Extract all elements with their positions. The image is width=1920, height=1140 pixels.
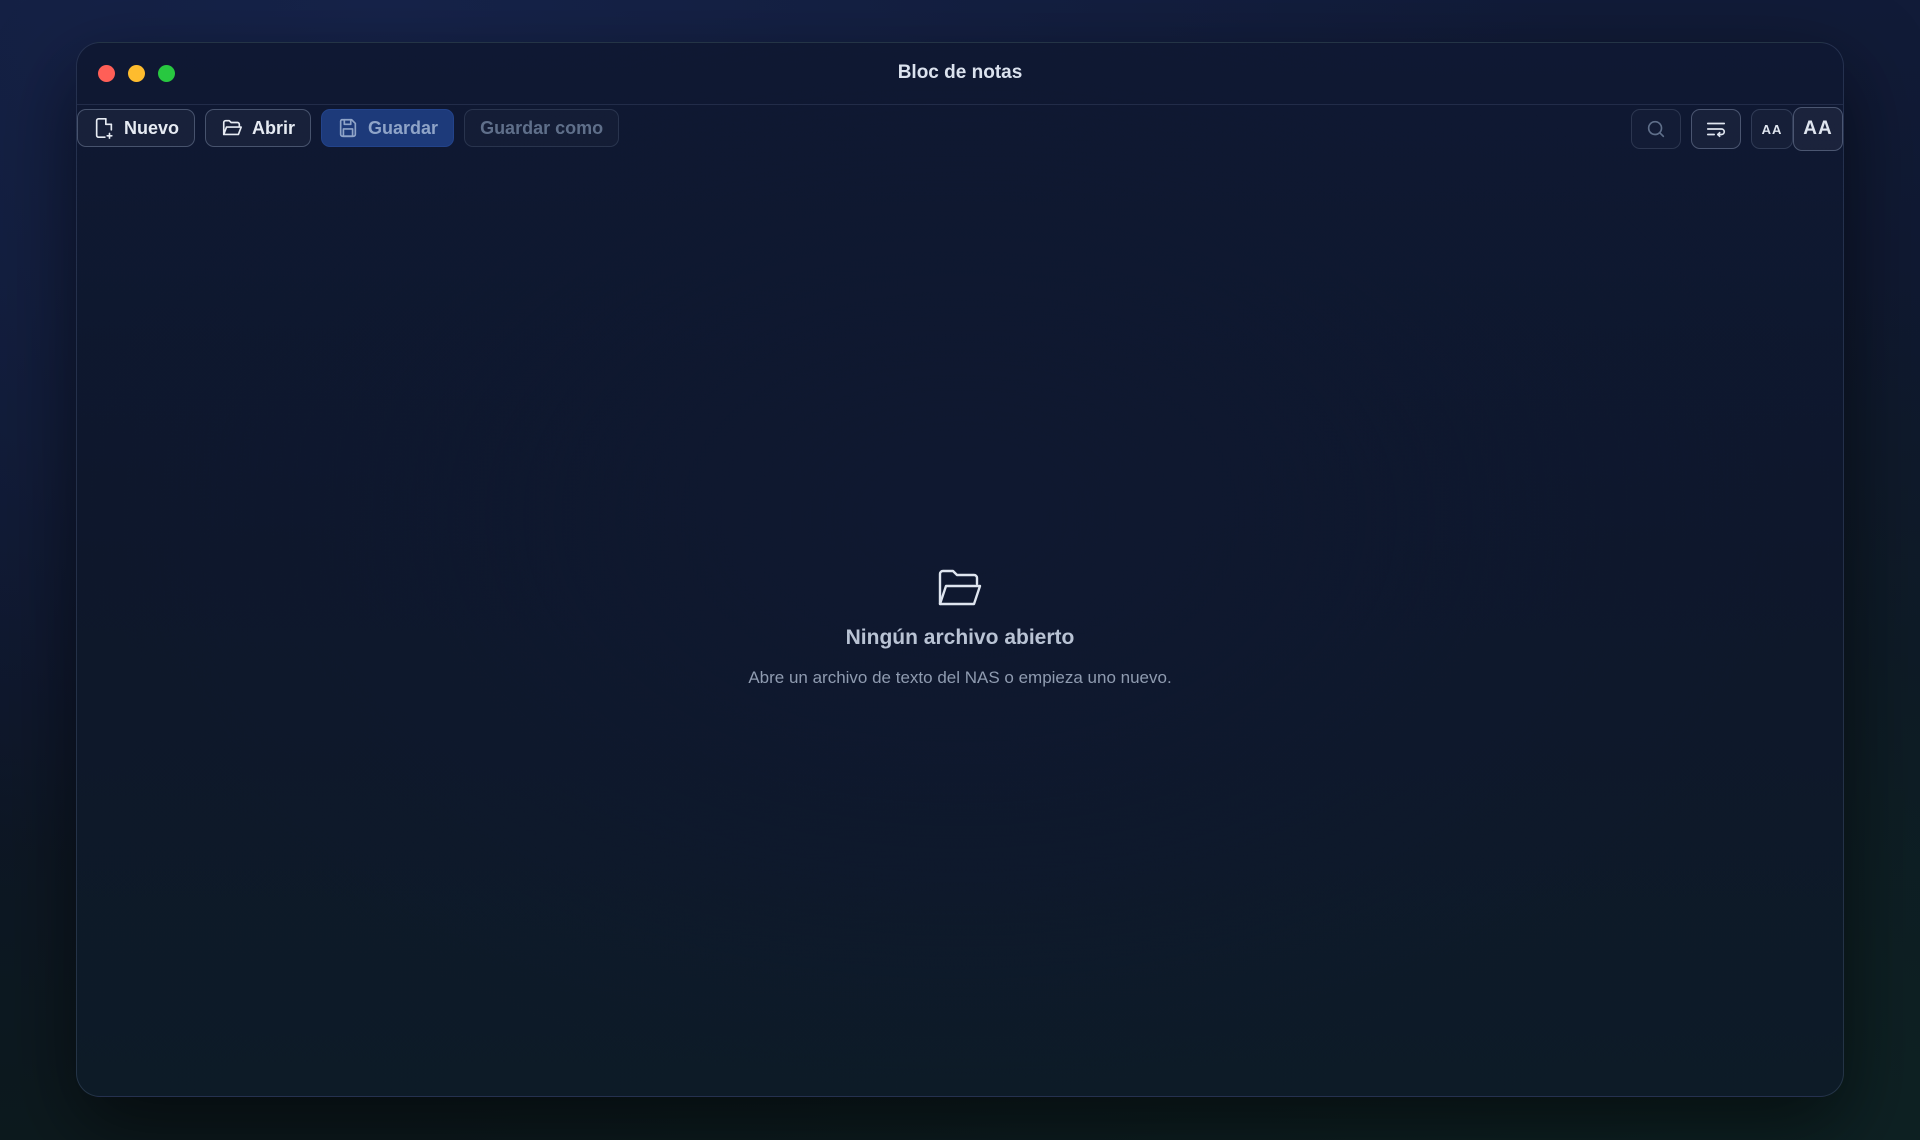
decrease-font-button[interactable]: AA <box>1751 109 1793 149</box>
save-icon <box>339 118 357 138</box>
empty-state-title: Ningún archivo abierto <box>845 626 1075 649</box>
empty-state-subtitle: Abre un archivo de texto del NAS o empie… <box>748 668 1172 687</box>
toolbar-view-actions: AA AA <box>1631 107 1843 151</box>
new-button-label: Nuevo <box>124 117 180 138</box>
save-as-button-label: Guardar como <box>480 117 604 138</box>
notepad-window: Bloc de notas Nuevo Abrir Guardar Guarda… <box>76 42 1844 1097</box>
open-button[interactable]: Abrir <box>205 109 312 147</box>
open-button-label: Abrir <box>252 117 296 138</box>
save-as-button[interactable]: Guardar como <box>464 109 620 147</box>
save-button[interactable]: Guardar <box>321 109 455 147</box>
new-button[interactable]: Nuevo <box>77 109 196 147</box>
toolbar-file-actions: Nuevo Abrir Guardar Guardar como <box>77 109 620 147</box>
increase-font-button[interactable]: AA <box>1793 107 1843 151</box>
save-button-label: Guardar <box>368 117 439 138</box>
window-title: Bloc de notas <box>897 62 1023 83</box>
empty-state: Ningún archivo abierto Abre un archivo d… <box>77 568 1843 688</box>
folder-open-icon <box>222 119 243 136</box>
search-button[interactable] <box>1631 109 1681 149</box>
word-wrap-button[interactable] <box>1691 109 1741 149</box>
file-plus-icon <box>95 118 113 139</box>
title-bar: Bloc de notas <box>77 43 1843 105</box>
search-icon <box>1647 120 1665 138</box>
folder-open-icon <box>938 569 982 606</box>
word-wrap-icon <box>1706 122 1726 138</box>
